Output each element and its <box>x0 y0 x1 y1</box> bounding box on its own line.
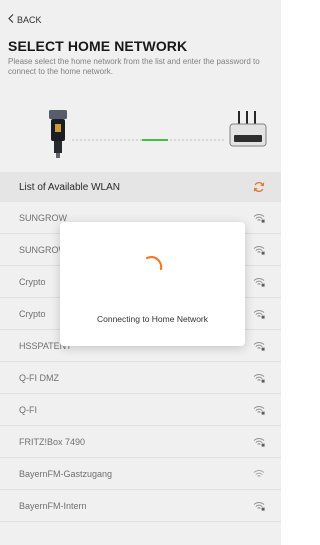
connecting-dialog: Connecting to Home Network <box>60 222 245 346</box>
connecting-message: Connecting to Home Network <box>96 314 209 324</box>
loading-spinner-icon <box>143 252 167 276</box>
